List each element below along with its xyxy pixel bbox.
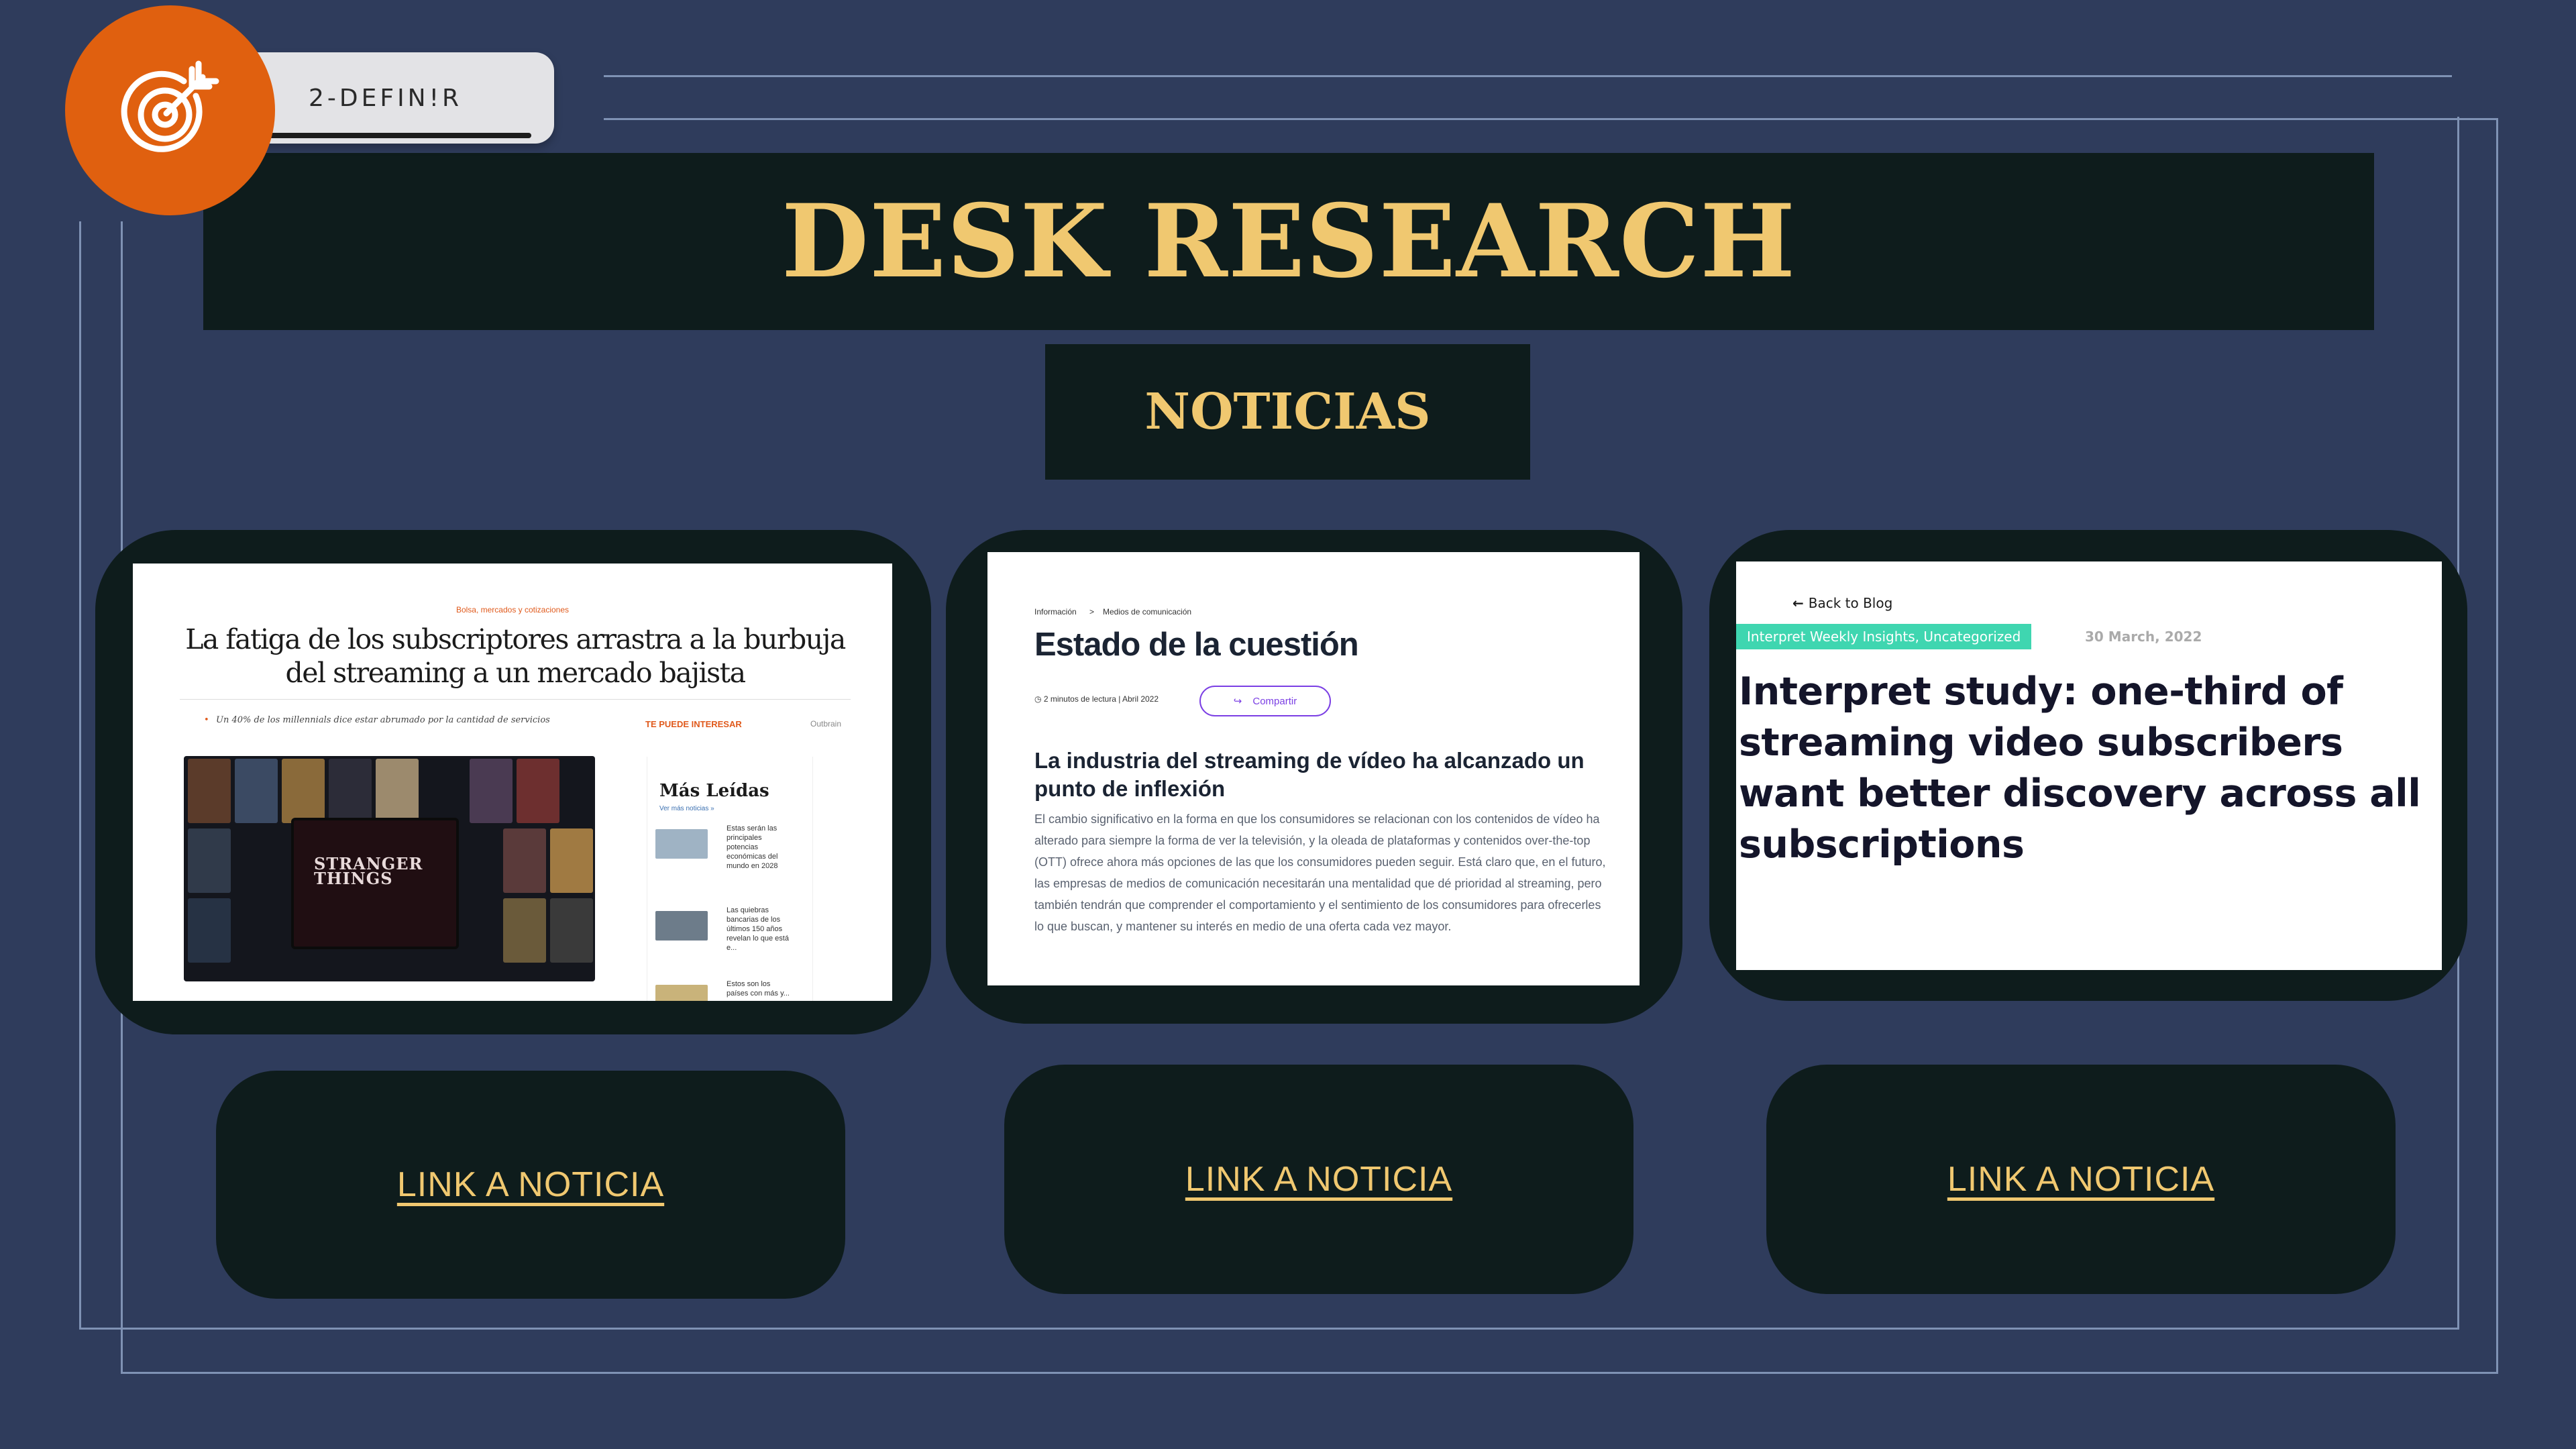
- article-headline: La fatiga de los subscriptores arrastra …: [185, 623, 846, 689]
- most-read-item: Estas serán las principales potencias ec…: [655, 824, 803, 898]
- poster-tile: [376, 759, 419, 823]
- subtitle-box: NOTICIAS: [1045, 344, 1530, 480]
- target-badge: [65, 5, 275, 215]
- share-button: Compartir: [1199, 686, 1331, 716]
- step-tab-label: 2-DEFIN!R: [309, 85, 463, 112]
- most-read-item: Estos son los países con más y...: [655, 979, 803, 1001]
- most-read-item-text: Estas serán las principales potencias ec…: [727, 824, 778, 870]
- most-read-item-text: Las quiebras bancarias de los últimos 15…: [727, 906, 789, 952]
- recommendation-label: TE PUEDE INTERESAR: [645, 719, 742, 729]
- most-read-item-text: Estos son los países con más y...: [727, 980, 790, 998]
- title-bar: DESK RESEARCH: [203, 153, 2374, 330]
- article-headline: Estado de la cuestión: [1034, 627, 1359, 663]
- article-kicker: Bolsa, mercados y cotizaciones: [455, 605, 570, 614]
- poster-tile: [470, 759, 513, 823]
- poster-tile: [503, 828, 546, 893]
- poster-tile: [188, 898, 231, 963]
- news-link-label[interactable]: LINK A NOTICIA: [397, 1165, 664, 1205]
- poster-tile: [550, 898, 593, 963]
- most-read-more-link: Ver más noticias »: [659, 805, 714, 812]
- article-headline: Interpret study: one-third of streaming …: [1739, 669, 2421, 867]
- article-screenshot-2: Información > Medios de comunicación Est…: [987, 552, 1640, 985]
- article-meta: 2 minutos de lectura | Abril 2022: [1034, 694, 1159, 704]
- outbrain-logo: Outbrain: [810, 719, 842, 729]
- most-read-title: Más Leídas: [659, 781, 769, 801]
- poster-tile: [188, 828, 231, 893]
- back-to-blog-link: Back to Blog: [1792, 595, 1893, 611]
- article-subheading: La industria del streaming de vídeo ha a…: [1034, 748, 1585, 801]
- news-link-label[interactable]: LINK A NOTICIA: [1185, 1159, 1452, 1199]
- thumbnail: [655, 829, 708, 859]
- article-date: 30 March, 2022: [2085, 629, 2202, 645]
- news-link-button-2[interactable]: LINK A NOTICIA: [1004, 1065, 1633, 1294]
- most-read-sidebar: Más Leídas Ver más noticias » Estas será…: [647, 757, 813, 1001]
- poster-tile: [329, 759, 372, 823]
- tv-show-title: STRANGER THINGS: [314, 854, 423, 888]
- poster-tile: [235, 759, 278, 823]
- poster-tile: [517, 759, 559, 823]
- article-lead: Un 40% de los millennials dice estar abr…: [204, 715, 550, 725]
- section-subtitle: NOTICIAS: [1144, 383, 1431, 441]
- breadcrumb-item: Información: [1034, 607, 1077, 616]
- category-tags: Interpret Weekly Insights, Uncategorized: [1736, 624, 2032, 649]
- page-title: DESK RESEARCH: [781, 182, 1796, 301]
- article-body: El cambio significativo en la forma en q…: [1034, 812, 1606, 933]
- thumbnail: [655, 911, 708, 941]
- poster-tile: [188, 759, 231, 823]
- poster-tile: [550, 828, 593, 893]
- article-screenshot-1: Bolsa, mercados y cotizaciones La fatiga…: [133, 564, 892, 1001]
- news-link-button-3[interactable]: LINK A NOTICIA: [1766, 1065, 2396, 1294]
- news-link-label[interactable]: LINK A NOTICIA: [1947, 1159, 2214, 1199]
- breadcrumb-separator: >: [1089, 607, 1095, 616]
- poster-tile: [503, 898, 546, 963]
- article-screenshot-3: Back to Blog Interpret Weekly Insights, …: [1736, 561, 2442, 970]
- breadcrumb-item: Medios de comunicación: [1103, 607, 1192, 616]
- news-link-button-1[interactable]: LINK A NOTICIA: [216, 1071, 845, 1299]
- article-image: STRANGER THINGS: [184, 756, 595, 981]
- most-read-item: Las quiebras bancarias de los últimos 15…: [655, 906, 803, 979]
- step-tab: 2-DEFIN!R: [258, 52, 554, 144]
- poster-tile: [282, 759, 325, 823]
- thumbnail: [655, 985, 708, 1001]
- tv-screen: STRANGER THINGS: [291, 818, 459, 949]
- frame-corner-cover: [2452, 74, 2502, 117]
- target-arrow-icon: [121, 60, 219, 152]
- step-tab-underline: [264, 133, 531, 138]
- divider: [180, 699, 851, 700]
